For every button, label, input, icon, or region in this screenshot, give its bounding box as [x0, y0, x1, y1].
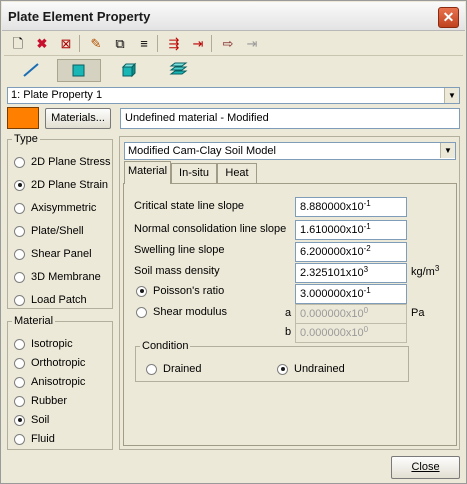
- type-group: Type 2D Plane Stress 2D Plane Strain Axi…: [7, 133, 113, 309]
- chevron-down-icon[interactable]: ▼: [444, 88, 459, 103]
- type-option-load-patch[interactable]: Load Patch: [14, 293, 87, 307]
- plate-element-button[interactable]: [57, 59, 101, 82]
- close-window-button[interactable]: ✕: [438, 7, 459, 28]
- material-option-rubber[interactable]: Rubber: [14, 394, 67, 408]
- export-icon[interactable]: ⇥: [188, 34, 208, 54]
- window-title: Plate Element Property: [8, 9, 151, 24]
- material-option-anisotropic[interactable]: Anisotropic: [14, 375, 85, 389]
- type-option-3d-membrane[interactable]: 3D Membrane: [14, 270, 101, 284]
- type-option-plate-shell[interactable]: Plate/Shell: [14, 224, 84, 238]
- export-to-icon[interactable]: ⇨: [218, 34, 238, 54]
- new-icon[interactable]: 🗋: [8, 34, 28, 54]
- materials-button[interactable]: Materials...: [45, 108, 111, 129]
- type-option-2d-plane-stress[interactable]: 2D Plane Stress: [14, 155, 110, 169]
- condition-undrained[interactable]: Undrained: [277, 362, 345, 376]
- density-unit: kg/m3: [411, 264, 440, 279]
- swelling-input[interactable]: 6.200000x10-2: [295, 242, 407, 262]
- material-name-field[interactable]: Undefined material - Modified: [120, 108, 460, 129]
- cube-icon: [121, 62, 137, 78]
- material-group-legend: Material: [14, 315, 54, 327]
- type-option-axisymmetric[interactable]: Axisymmetric: [14, 201, 96, 215]
- normal-consolidation-label: Normal consolidation line slope: [134, 223, 287, 235]
- material-option-isotropic[interactable]: Isotropic: [14, 337, 73, 351]
- tab-heat[interactable]: Heat: [217, 163, 257, 183]
- copy-icon[interactable]: ⧉: [110, 34, 130, 54]
- material-option-soil[interactable]: Soil: [14, 413, 49, 427]
- model-dropdown-value: Modified Cam-Clay Soil Model: [128, 145, 276, 157]
- color-swatch[interactable]: [7, 107, 39, 129]
- density-input[interactable]: 2.325101x103: [295, 263, 407, 283]
- normal-consolidation-input[interactable]: 1.610000x10-1: [295, 220, 407, 240]
- poisson-ratio-radio[interactable]: Poisson's ratio: [136, 284, 224, 298]
- shear-a-label: a: [285, 307, 292, 319]
- delete-unused-icon[interactable]: ⊠: [56, 34, 76, 54]
- line-icon: [23, 63, 39, 77]
- type-group-legend: Type: [14, 133, 38, 145]
- type-option-shear-panel[interactable]: Shear Panel: [14, 247, 92, 261]
- import-icon[interactable]: ⇶: [164, 34, 184, 54]
- layer-element-button[interactable]: [156, 59, 200, 82]
- exit-to-icon[interactable]: ⇥: [242, 34, 262, 54]
- material-option-orthotropic[interactable]: Orthotropic: [14, 356, 85, 370]
- critical-state-input[interactable]: 8.880000x10-1: [295, 197, 407, 217]
- delete-icon[interactable]: ✖: [32, 34, 52, 54]
- layers-icon: [169, 62, 188, 75]
- material-model-panel: Modified Cam-Clay Soil Model ▼ Material …: [119, 136, 460, 450]
- toolbar: 🗋 ✖ ⊠ ✎ ⧉ ≡ ⇶ ⇥ ⇨ ⇥: [4, 31, 463, 56]
- title-bar: Plate Element Property ✕: [2, 2, 465, 31]
- material-tab-content: Critical state line slope 8.880000x10-1 …: [123, 183, 457, 446]
- condition-legend: Condition: [142, 340, 189, 352]
- edit-icon[interactable]: ✎: [86, 34, 106, 54]
- tab-material[interactable]: Material: [124, 161, 171, 184]
- material-group: Material Isotropic Orthotropic Anisotrop…: [7, 315, 113, 450]
- swelling-label: Swelling line slope: [134, 244, 225, 256]
- square-icon: [72, 64, 85, 77]
- sort-icon[interactable]: ≡: [134, 34, 154, 54]
- shear-modulus-radio[interactable]: Shear modulus: [136, 305, 227, 319]
- material-option-fluid[interactable]: Fluid: [14, 432, 55, 446]
- condition-drained[interactable]: Drained: [146, 362, 202, 376]
- critical-state-label: Critical state line slope: [134, 200, 245, 212]
- brick-element-button[interactable]: [105, 59, 149, 82]
- shear-modulus-unit: Pa: [411, 307, 425, 319]
- condition-group: Condition Drained Undrained: [135, 340, 409, 382]
- property-dropdown[interactable]: 1: Plate Property 1 ▼: [7, 87, 460, 104]
- shear-b-label: b: [285, 326, 292, 338]
- type-option-2d-plane-strain[interactable]: 2D Plane Strain: [14, 178, 108, 192]
- property-dropdown-value: 1: Plate Property 1: [11, 89, 103, 101]
- plate-element-property-window: Plate Element Property ✕ 🗋 ✖ ⊠ ✎ ⧉ ≡ ⇶ ⇥…: [0, 0, 467, 484]
- shear-modulus-a-input[interactable]: 0.000000x100: [295, 304, 407, 324]
- chevron-down-icon[interactable]: ▼: [440, 143, 455, 158]
- shape-selector: [4, 58, 463, 84]
- close-button[interactable]: Close: [391, 456, 460, 479]
- tab-in-situ[interactable]: In-situ: [171, 163, 217, 183]
- model-dropdown[interactable]: Modified Cam-Clay Soil Model ▼: [124, 142, 456, 160]
- poisson-ratio-input[interactable]: 3.000000x10-1: [295, 284, 407, 304]
- line-element-button[interactable]: [8, 59, 52, 82]
- density-label: Soil mass density: [134, 265, 220, 277]
